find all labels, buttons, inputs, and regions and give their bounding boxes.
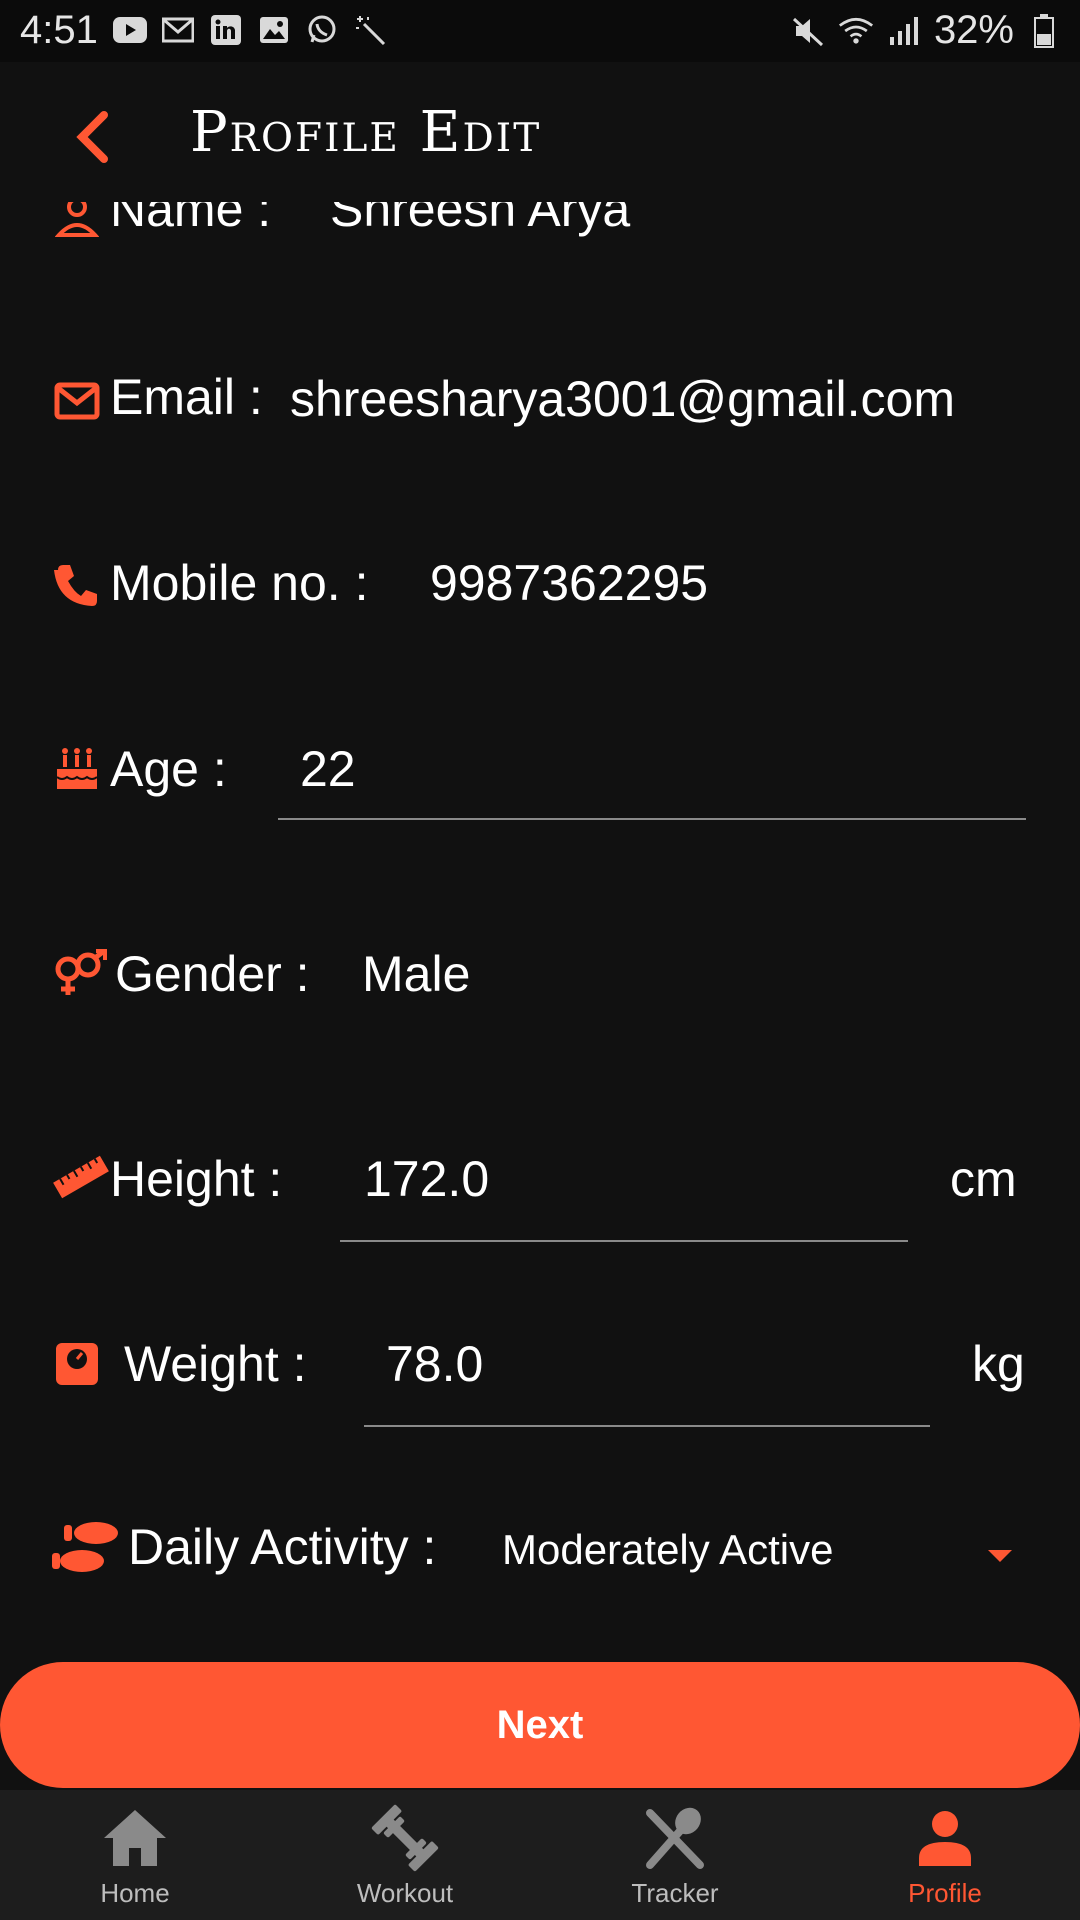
height-label: Height : xyxy=(110,1151,283,1207)
battery-percent: 32% xyxy=(933,8,1014,52)
weight-input[interactable]: 78.0 xyxy=(386,1335,483,1393)
dumbbell-icon xyxy=(369,1802,441,1874)
activity-label: Daily Activity : xyxy=(128,1519,437,1575)
gender-icon xyxy=(52,949,108,999)
scale-icon xyxy=(52,1339,102,1389)
linkedin-icon xyxy=(208,12,244,48)
nav-home-label: Home xyxy=(100,1878,170,1908)
activity-dropdown[interactable]: Moderately Active xyxy=(502,1526,834,1574)
nav-workout-label: Workout xyxy=(356,1878,454,1908)
back-button[interactable] xyxy=(62,102,122,172)
bottom-navigation: Home Workout Tracker Profile xyxy=(0,1790,1080,1920)
height-input-underline xyxy=(340,1240,908,1242)
age-input[interactable]: 22 xyxy=(300,740,356,798)
gender-value[interactable]: Male xyxy=(362,945,470,1003)
app-bar: Profile Edit xyxy=(0,62,1080,202)
ruler-icon xyxy=(52,1152,110,1202)
battery-icon xyxy=(1026,13,1062,49)
mute-icon xyxy=(790,13,826,49)
status-time: 4:51 xyxy=(20,8,98,52)
person-icon xyxy=(909,1802,981,1874)
whatsapp-icon xyxy=(304,12,340,48)
gmail-icon xyxy=(160,12,196,48)
notification-icons xyxy=(112,12,388,48)
phone-icon xyxy=(52,560,102,610)
nav-profile-label: Profile xyxy=(908,1878,982,1908)
utensils-icon xyxy=(639,1802,711,1874)
nav-tracker[interactable]: Tracker xyxy=(540,1790,810,1920)
email-label: Email : xyxy=(110,369,263,425)
weight-unit: kg xyxy=(972,1336,1025,1392)
age-label: Age : xyxy=(110,741,227,797)
system-status: 32% xyxy=(790,8,1062,53)
envelope-icon xyxy=(52,376,102,426)
next-button[interactable]: Next xyxy=(0,1662,1080,1788)
magic-wand-icon xyxy=(352,12,388,48)
age-input-underline xyxy=(278,818,1026,820)
weight-label: Weight : xyxy=(124,1336,307,1392)
nav-tracker-label: Tracker xyxy=(631,1878,719,1908)
height-unit: cm xyxy=(950,1151,1017,1207)
chevron-left-icon xyxy=(76,111,108,163)
signal-icon xyxy=(886,13,922,49)
profile-form: Name : Shreesh Arya Email : shreesharya3… xyxy=(0,150,1080,1660)
weight-input-underline xyxy=(364,1425,930,1427)
height-input[interactable]: 172.0 xyxy=(364,1150,489,1208)
page-title: Profile Edit xyxy=(190,100,542,165)
home-icon xyxy=(99,1802,171,1874)
nav-profile[interactable]: Profile xyxy=(810,1790,1080,1920)
nav-workout[interactable]: Workout xyxy=(270,1790,540,1920)
nav-home[interactable]: Home xyxy=(0,1790,270,1920)
birthday-cake-icon xyxy=(52,744,102,794)
status-bar: 4:51 32% xyxy=(0,0,1080,62)
wifi-icon xyxy=(838,13,874,49)
youtube-icon xyxy=(112,12,148,48)
mobile-value[interactable]: 9987362295 xyxy=(430,554,708,612)
dropdown-arrow-icon[interactable] xyxy=(986,1548,1014,1564)
email-value[interactable]: shreesharya3001@gmail.com xyxy=(290,370,955,428)
mobile-label: Mobile no. : xyxy=(110,555,369,611)
gender-label: Gender : xyxy=(115,946,310,1002)
gallery-icon xyxy=(256,12,292,48)
footprints-icon xyxy=(52,1522,120,1572)
